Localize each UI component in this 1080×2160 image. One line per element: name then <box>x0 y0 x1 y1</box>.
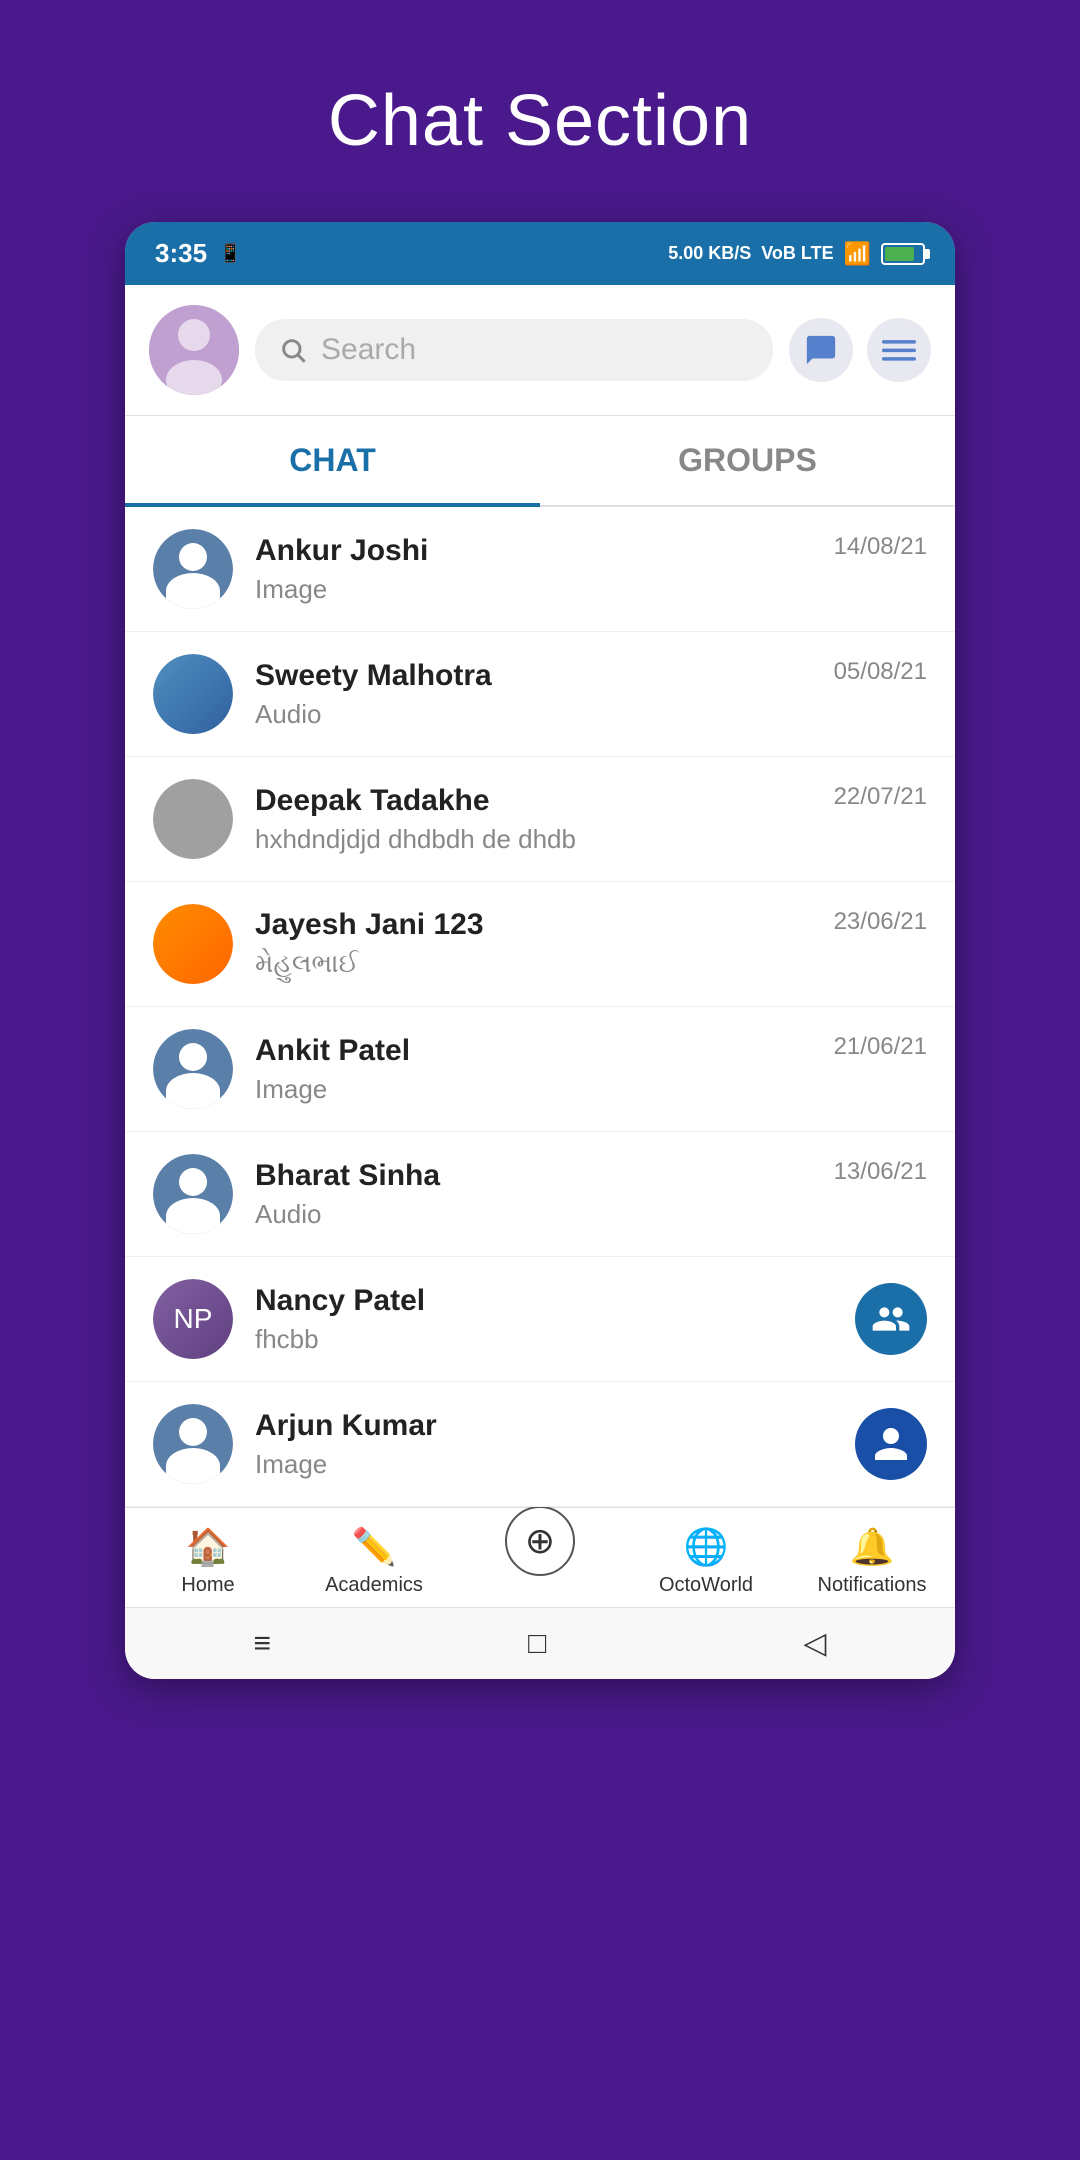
default-avatar <box>153 1154 233 1234</box>
message-preview: Image <box>255 1449 855 1480</box>
plus-icon: ⊕ <box>525 1520 555 1562</box>
list-item[interactable]: Arjun Kumar Image <box>125 1382 955 1507</box>
message-time: 23/06/21 <box>834 904 927 936</box>
search-placeholder: Search <box>321 333 416 367</box>
battery-fill <box>885 247 914 261</box>
chat-content: Jayesh Jani 123 મેહુલભાઈ <box>255 908 834 980</box>
signal-icon: 📶 <box>844 241 871 267</box>
contact-name: Sweety Malhotra <box>255 659 834 693</box>
avatar <box>153 654 233 734</box>
message-preview: Audio <box>255 699 834 730</box>
home-label: Home <box>181 1574 234 1597</box>
system-menu-button[interactable]: ≡ <box>254 1627 272 1661</box>
chat-content: Sweety Malhotra Audio <box>255 659 834 730</box>
phone-frame: 3:35 📱 5.00 KB/S VoB LTE 📶 Searc <box>125 222 955 1679</box>
list-item[interactable]: Sweety Malhotra Audio 05/08/21 <box>125 632 955 757</box>
group-fab-button[interactable] <box>855 1283 927 1355</box>
nav-notifications[interactable]: 🔔 Notifications <box>789 1526 955 1597</box>
chat-content: Nancy Patel fhcbb <box>255 1284 855 1355</box>
photo-avatar: NP <box>153 1279 233 1359</box>
tab-groups[interactable]: GROUPS <box>540 416 955 505</box>
avatar <box>153 1029 233 1109</box>
message-time: 22/07/21 <box>834 779 927 811</box>
list-item[interactable]: Jayesh Jani 123 મેહુલભાઈ 23/06/21 <box>125 882 955 1007</box>
gray-avatar <box>153 779 233 859</box>
status-time: 3:35 <box>155 238 207 269</box>
default-avatar <box>153 1404 233 1484</box>
message-time: 05/08/21 <box>834 654 927 686</box>
list-item[interactable]: Deepak Tadakhe hxhdndjdjd dhdbdh de dhdb… <box>125 757 955 882</box>
message-preview: મેહુલભાઈ <box>255 948 834 980</box>
list-item[interactable]: Ankit Patel Image 21/06/21 <box>125 1007 955 1132</box>
message-time: 21/06/21 <box>834 1029 927 1061</box>
academics-icon: ✏️ <box>352 1526 397 1568</box>
avatar <box>153 1154 233 1234</box>
search-bar[interactable]: Search <box>255 319 773 381</box>
avatar <box>153 779 233 859</box>
avatar <box>153 1404 233 1484</box>
tabs: CHAT GROUPS <box>125 416 955 507</box>
contact-name: Nancy Patel <box>255 1284 855 1318</box>
list-item[interactable]: Ankur Joshi Image 14/08/21 <box>125 507 955 632</box>
header-actions <box>789 318 931 382</box>
academics-label: Academics <box>325 1574 423 1597</box>
octoworld-label: OctoWorld <box>659 1574 753 1597</box>
chat-content: Bharat Sinha Audio <box>255 1159 834 1230</box>
contact-name: Deepak Tadakhe <box>255 784 834 818</box>
chat-list: Ankur Joshi Image 14/08/21 Sweety Malhot… <box>125 507 955 1507</box>
system-nav: ≡ □ ◁ <box>125 1607 955 1679</box>
chat-content: Arjun Kumar Image <box>255 1409 855 1480</box>
chat-content: Ankur Joshi Image <box>255 534 834 605</box>
nav-plus[interactable]: ⊕ <box>457 1526 623 1597</box>
orange-avatar <box>153 904 233 984</box>
octoworld-icon: 🌐 <box>684 1526 729 1568</box>
contact-name: Jayesh Jani 123 <box>255 908 834 942</box>
status-bar: 3:35 📱 5.00 KB/S VoB LTE 📶 <box>125 222 955 285</box>
nav-octoworld[interactable]: 🌐 OctoWorld <box>623 1526 789 1597</box>
message-time: 13/06/21 <box>834 1154 927 1186</box>
tab-chat[interactable]: CHAT <box>125 416 540 505</box>
system-home-button[interactable]: □ <box>528 1627 546 1661</box>
avatar <box>153 529 233 609</box>
home-icon: 🏠 <box>186 1526 231 1568</box>
status-left: 3:35 📱 <box>155 238 241 269</box>
nav-academics[interactable]: ✏️ Academics <box>291 1526 457 1597</box>
tree-avatar <box>153 654 233 734</box>
list-item[interactable]: NP Nancy Patel fhcbb <box>125 1257 955 1382</box>
network-type: VoB LTE <box>761 243 833 264</box>
message-preview: fhcbb <box>255 1324 855 1355</box>
notifications-icon: 🔔 <box>850 1526 895 1568</box>
list-item[interactable]: Bharat Sinha Audio 13/06/21 <box>125 1132 955 1257</box>
message-preview: hxhdndjdjd dhdbdh de dhdb <box>255 824 834 855</box>
status-sim-icon: 📱 <box>219 243 241 264</box>
search-icon <box>279 336 307 364</box>
message-preview: Image <box>255 574 834 605</box>
notifications-label: Notifications <box>818 1574 927 1597</box>
person-fab-button[interactable] <box>855 1408 927 1480</box>
status-right: 5.00 KB/S VoB LTE 📶 <box>668 241 925 267</box>
network-speed: 5.00 KB/S <box>668 243 751 264</box>
system-back-button[interactable]: ◁ <box>803 1626 826 1661</box>
page-title: Chat Section <box>328 80 752 162</box>
chat-bubble-button[interactable] <box>789 318 853 382</box>
chat-content: Deepak Tadakhe hxhdndjdjd dhdbdh de dhdb <box>255 784 834 855</box>
message-preview: Image <box>255 1074 834 1105</box>
message-preview: Audio <box>255 1199 834 1230</box>
contact-name: Ankur Joshi <box>255 534 834 568</box>
default-avatar <box>153 1029 233 1109</box>
contact-name: Arjun Kumar <box>255 1409 855 1443</box>
chat-content: Ankit Patel Image <box>255 1034 834 1105</box>
default-avatar <box>153 529 233 609</box>
message-time: 14/08/21 <box>834 529 927 561</box>
user-avatar[interactable] <box>149 305 239 395</box>
avatar <box>153 904 233 984</box>
menu-button[interactable] <box>867 318 931 382</box>
contact-name: Ankit Patel <box>255 1034 834 1068</box>
bottom-nav: 🏠 Home ✏️ Academics ⊕ 🌐 OctoWorld 🔔 Noti… <box>125 1507 955 1607</box>
contact-name: Bharat Sinha <box>255 1159 834 1193</box>
avatar: NP <box>153 1279 233 1359</box>
battery-icon <box>881 243 925 265</box>
nav-home[interactable]: 🏠 Home <box>125 1526 291 1597</box>
app-header: Search <box>125 285 955 416</box>
